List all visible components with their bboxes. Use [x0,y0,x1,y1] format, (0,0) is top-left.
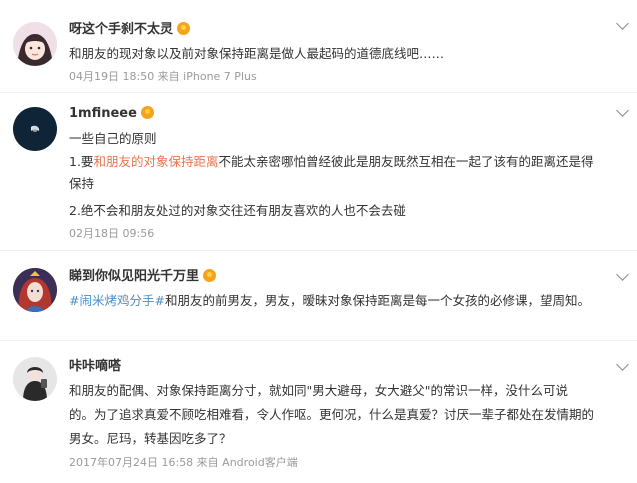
comment-text-line-2: 1.要和朋友的对象保持距离不能太亲密哪怕曾经彼此是朋友既然互相在一起了该有的距离… [69,153,593,171]
comment-meta: 02月18日 09:56 [69,227,155,240]
avatar[interactable] [13,22,57,66]
avatar[interactable] [13,357,57,401]
text-fragment: 1.要 [69,154,94,169]
avatar[interactable] [13,268,57,312]
text-fragment: 不能太亲密哪怕曾经彼此是朋友既然互相在一起了该有的距离还是得 [218,154,594,169]
username-text[interactable]: 1mfineee [69,106,137,121]
comment-text-line-1: 和朋友的配偶、对象保持距离分寸，就如同"男大避母，女大避父"的常识一样，没什么可… [69,383,569,398]
username[interactable]: 1mfineee [69,105,154,123]
vip-badge-icon [203,269,217,282]
comment-text-line-3: 男女。尼玛，转基因吃多了？ [69,431,232,446]
vip-badge-icon [140,106,154,119]
username-text[interactable]: 呀这个手刹不太灵 [69,22,173,37]
comment-text-line-4: 2.绝不会和朋友处过的对象交往还有朋友喜欢的人也不会去碰 [69,203,406,218]
chevron-down-icon[interactable] [616,268,629,281]
comment-text-line-1: 一些自己的原则 [69,131,157,146]
chevron-down-icon[interactable] [616,17,629,30]
highlighted-text: 和朋友的对象保持距离 [93,154,219,169]
vip-badge-icon [177,22,191,35]
username[interactable]: 咔咔嘀嗒 [69,358,121,376]
username[interactable]: 呀这个手刹不太灵 [69,21,191,39]
divider [0,340,637,341]
chevron-down-icon[interactable] [616,358,629,371]
comment-meta: 2017年07月24日 16:58 来自 Android客户端 [69,456,298,469]
comment-text: #闹米烤鸡分手#和朋友的前男友，男友，暧昧对象保持距离是每一个女孩的必修课，望周… [69,292,590,310]
chevron-down-icon[interactable] [616,104,629,117]
divider [0,250,637,251]
comment-text-line-2: 的。为了追求真爱不顾吃相难看，令人作呕。更何况，什么是真爱？讨厌一辈子都处在发情… [69,407,595,422]
comment-text-line-3: 保持 [69,176,95,191]
topic-link[interactable]: #闹米烤鸡分手# [69,293,165,308]
username[interactable]: 睇到你似见阳光千万里 [69,268,217,286]
avatar[interactable] [13,107,57,151]
text-fragment: 和朋友的前男友，男友，暧昧对象保持距离是每一个女孩的必修课，望周知。 [164,293,590,308]
username-text[interactable]: 睇到你似见阳光千万里 [69,269,199,284]
comment-text: 和朋友的现对象以及前对象保持距离是做人最起码的道德底线吧…… [69,46,445,61]
divider [0,92,637,93]
comment-meta: 04月19日 18:50 来自 iPhone 7 Plus [69,70,257,83]
